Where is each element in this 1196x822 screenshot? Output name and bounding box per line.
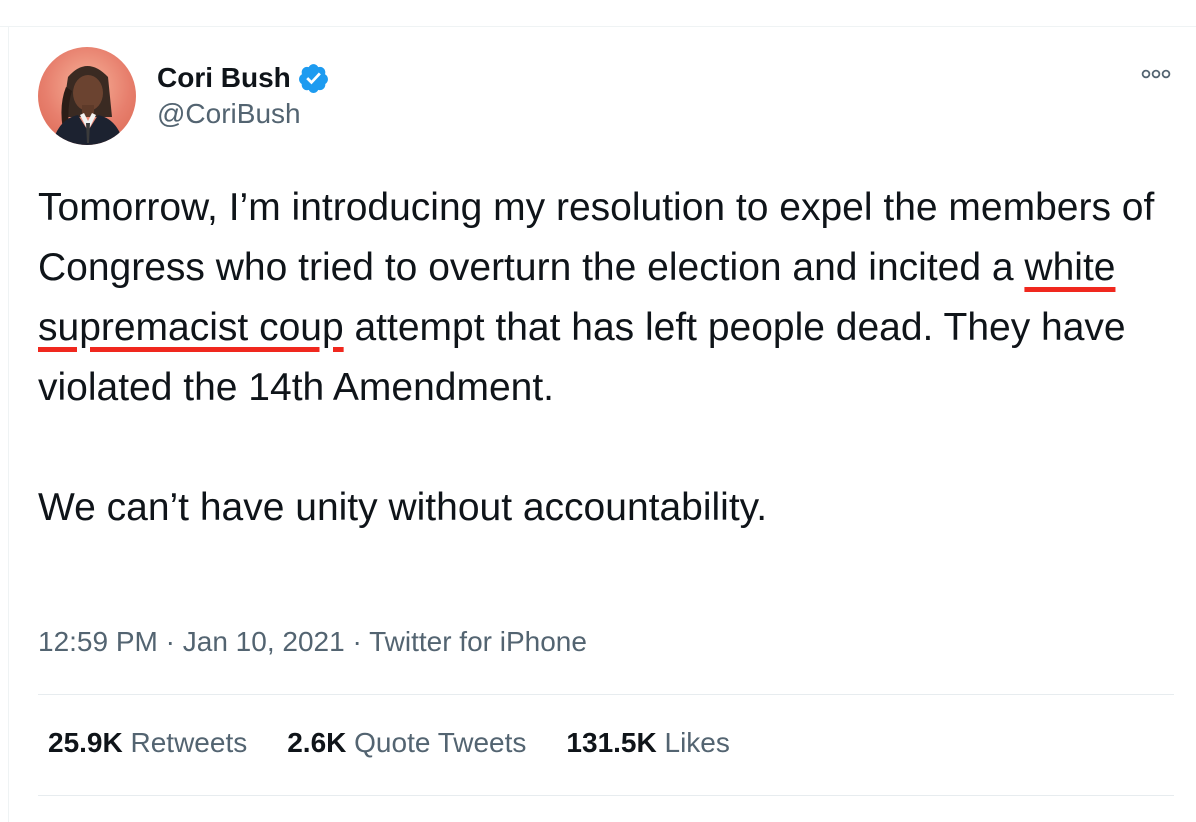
retweets-count: 25.9K xyxy=(48,727,123,758)
retweets-label: Retweets xyxy=(130,727,248,758)
divider xyxy=(38,795,1174,796)
author-display-name[interactable]: Cori Bush xyxy=(157,62,291,94)
tweet-text: Tomorrow, I’m introducing my resolution … xyxy=(38,178,1178,538)
quote-tweets-stat[interactable]: 2.6K Quote Tweets xyxy=(287,727,526,759)
author-handle[interactable]: @CoriBush xyxy=(157,98,301,130)
avatar[interactable] xyxy=(38,47,136,145)
quote-tweets-label: Quote Tweets xyxy=(354,727,527,758)
top-border xyxy=(0,26,1196,27)
tweet-time[interactable]: 12:59 PM xyxy=(38,626,158,657)
meta-separator: · xyxy=(157,626,183,657)
quote-tweets-count: 2.6K xyxy=(287,727,347,758)
more-options-button[interactable] xyxy=(1134,58,1178,90)
tweet-card: Cori Bush @CoriBush Tomorrow, I’m introd… xyxy=(0,0,1196,822)
tweet-paragraph-1: Tomorrow, I’m introducing my resolution … xyxy=(38,178,1178,418)
divider xyxy=(38,694,1174,695)
meta-separator: · xyxy=(344,626,370,657)
retweets-stat[interactable]: 25.9K Retweets xyxy=(48,727,247,759)
tweet-paragraph-2: We can’t have unity without accountabili… xyxy=(38,486,768,529)
likes-label: Likes xyxy=(664,727,730,758)
likes-stat[interactable]: 131.5K Likes xyxy=(566,727,729,759)
author-display-name-row[interactable]: Cori Bush xyxy=(157,58,330,98)
tweet-metadata: 12:59 PM · Jan 10, 2021 · Twitter for iP… xyxy=(38,626,587,658)
verified-badge-icon xyxy=(297,62,330,95)
more-dots-icon xyxy=(1141,69,1171,79)
left-border xyxy=(8,27,9,822)
engagement-stats: 25.9K Retweets 2.6K Quote Tweets 131.5K … xyxy=(48,727,770,759)
likes-count: 131.5K xyxy=(566,727,657,758)
tweet-source[interactable]: Twitter for iPhone xyxy=(369,626,587,657)
tweet-text-before-highlight: Tomorrow, I’m introducing my resolution … xyxy=(38,186,1155,289)
avatar-portrait-icon xyxy=(52,66,124,145)
tweet-date[interactable]: Jan 10, 2021 xyxy=(183,626,345,657)
